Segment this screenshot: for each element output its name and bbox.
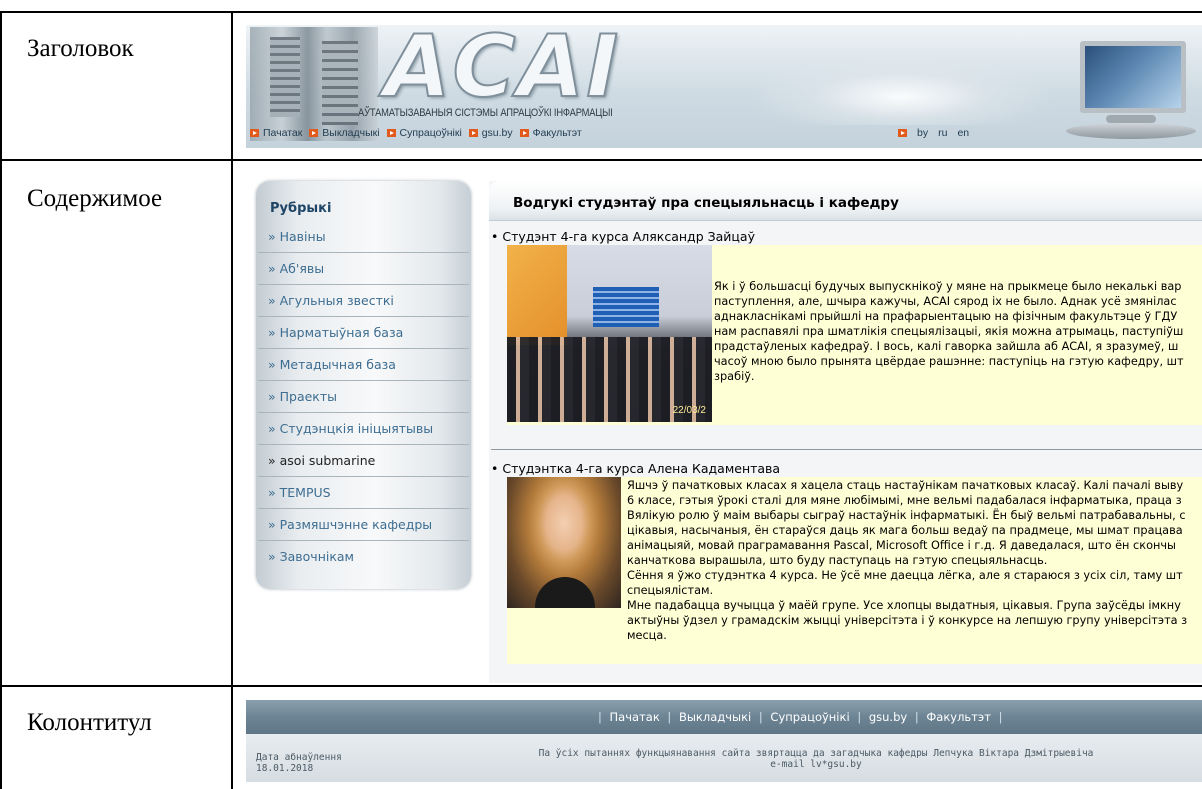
- table-border-row1: [0, 159, 1202, 161]
- lang-en[interactable]: en: [957, 127, 969, 139]
- post-text: Як і ў большасці будучых выпускнікоў у м…: [714, 279, 1184, 384]
- contact-text: Па ўсіх пытаннях функцыянавання сайта зв…: [538, 748, 1094, 759]
- cable-decoration: [746, 55, 1056, 125]
- sidebar-menu: » Навіны » Аб'явы » Агульныя звесткі » Н…: [258, 221, 469, 572]
- post-line: нам распавялі пра шматлікія спецыялізацы…: [714, 325, 1184, 338]
- footer-nav-staff[interactable]: Супрацоўнікі: [770, 710, 849, 724]
- bullet-icon: [468, 129, 478, 137]
- sidebar-item-extramural[interactable]: » Завочнікам: [258, 541, 469, 572]
- sidebar-title: Рубрыкі: [270, 201, 332, 216]
- site-footer: | Пачатак | Выкладчыкі | Супрацоўнікі | …: [246, 700, 1202, 782]
- nav-separator: |: [667, 710, 672, 724]
- site-subtitle: АЎТАМАТЫЗАВАНЫЯ СІСТЭМЫ АПРАЦОЎКІ ІНФАРМ…: [358, 107, 613, 119]
- post-body: 22/03/2 Як і ў большасці будучых выпускн…: [507, 245, 1202, 425]
- post-line: цікавыя, насычаныя, ён стараўся даць як …: [627, 524, 1183, 537]
- lang-by[interactable]: by: [917, 127, 928, 139]
- footer-nav-teachers[interactable]: Выкладчыкі: [679, 710, 751, 724]
- post-line: Мне падабацца вучыцца ў маёй групе. Усе …: [627, 599, 1181, 612]
- bullet-icon: [898, 129, 907, 137]
- site-header: АСАІ АЎТАМАТЫЗАВАНЫЯ СІСТЭМЫ АПРАЦОЎКІ І…: [246, 25, 1202, 148]
- header-nav-gsu[interactable]: gsu.by: [482, 127, 513, 139]
- post-line: аднакласнікамі прыйшлі на прафарыентацыю…: [714, 310, 1178, 323]
- bullet-icon: [386, 129, 396, 137]
- header-nav-faculty[interactable]: Факультэт: [533, 127, 582, 139]
- lang-ru[interactable]: ru: [938, 127, 947, 139]
- sidebar-item-regulations[interactable]: » Нарматыўная база: [258, 317, 469, 349]
- nav-separator: |: [857, 710, 862, 724]
- update-info: Дата абнаўлення 18.01.2018: [256, 752, 342, 774]
- sidebar-item-methodical[interactable]: » Метадычная база: [258, 349, 469, 381]
- site-content: Рубрыкі » Навіны » Аб'явы » Агульныя зве…: [246, 175, 1202, 683]
- student-photo: 22/03/2: [507, 245, 712, 422]
- sidebar-item-announcements[interactable]: » Аб'явы: [258, 253, 469, 285]
- sidebar-item-news[interactable]: » Навіны: [258, 221, 469, 253]
- row-label-footer: Колонтитул: [27, 709, 152, 736]
- header-nav-teachers[interactable]: Выкладчыкі: [322, 127, 379, 139]
- main-heading-bar: Водгукі студэнтаў пра спецыяльнасць і ка…: [489, 181, 1202, 221]
- post-author: • Студэнтка 4-га курса Алена Кадаментава: [491, 461, 781, 476]
- table-border-top: [0, 11, 1202, 13]
- footer-nav-home[interactable]: Пачатак: [610, 710, 660, 724]
- sidebar: Рубрыкі » Навіны » Аб'явы » Агульныя зве…: [256, 181, 471, 589]
- servers-image: [250, 27, 378, 141]
- monitor-image: [1046, 33, 1196, 143]
- main-panel: Водгукі студэнтаў пра спецыяльнасць і ка…: [489, 181, 1202, 683]
- row-label-header: Заголовок: [27, 35, 134, 62]
- table-border-row2: [0, 685, 1202, 687]
- post-line: Яшчэ ў пачатковых класах я хацела стаць …: [627, 479, 1184, 492]
- row-label-content: Содержимое: [27, 185, 163, 212]
- site-logo[interactable]: АСАІ: [383, 25, 620, 118]
- post-line: Як і ў большасці будучых выпускнікоў у м…: [714, 280, 1182, 293]
- post-line: Вялікую ролю ў маім выбары сыграў настаў…: [627, 509, 1186, 522]
- post-line: 6 класе, гэтыя ўрокі сталі для мяне любі…: [627, 494, 1182, 507]
- nav-separator: |: [598, 710, 602, 724]
- table-border-middle: [231, 11, 233, 789]
- sidebar-item-tempus[interactable]: » TEMPUS: [258, 477, 469, 509]
- post-line: канчаткова вырашыла, што буду паступаць …: [627, 554, 1048, 567]
- post-line: часоў мною было прынята цвёрдае рашэнне:…: [714, 355, 1184, 368]
- post-line: паступлення, але, шчыра кажучы, АСАІ сяр…: [714, 295, 1177, 308]
- nav-separator: |: [758, 710, 763, 724]
- post-line: месца.: [627, 629, 667, 642]
- footer-nav-gsu[interactable]: gsu.by: [869, 710, 907, 724]
- student-photo: [507, 477, 621, 608]
- sidebar-item-location[interactable]: » Размяшчэнне кафедры: [258, 509, 469, 541]
- footer-nav: | Пачатак | Выкладчыкі | Супрацоўнікі | …: [246, 700, 1202, 734]
- post-line: анімацыяй, мовай праграмавання Pascal, M…: [627, 539, 1176, 552]
- header-nav-staff[interactable]: Супрацоўнікі: [400, 127, 462, 139]
- contact-email[interactable]: e-mail lv*gsu.by: [476, 759, 1156, 770]
- post-line: зрабіў.: [714, 370, 755, 383]
- bullet-icon: [309, 129, 319, 137]
- nav-separator: |: [914, 710, 919, 724]
- post-divider: [491, 449, 1202, 450]
- bullet-icon: [250, 129, 259, 137]
- post-line: актыўны ўдзел у грамадскім жыцці універс…: [627, 614, 1188, 627]
- photo-date-stamp: 22/03/2: [672, 405, 706, 416]
- update-date: 18.01.2018: [256, 763, 314, 774]
- post-line: прадстаўленых кафедраў. І вось, калі гав…: [714, 340, 1179, 353]
- header-nav: Пачатак Выкладчыкі Супрацоўнікі gsu.by Ф…: [250, 127, 586, 141]
- language-switcher: by ru en: [898, 127, 979, 139]
- footer-info: Дата абнаўлення 18.01.2018 Па ўсіх пытан…: [246, 734, 1202, 782]
- contact-info: Па ўсіх пытаннях функцыянавання сайта зв…: [476, 748, 1156, 770]
- sidebar-item-projects[interactable]: » Праекты: [258, 381, 469, 413]
- post-text: Яшчэ ў пачатковых класах я хацела стаць …: [627, 478, 1187, 643]
- post-body: Яшчэ ў пачатковых класах я хацела стаць …: [507, 477, 1202, 664]
- sidebar-item-asoi-submarine[interactable]: » asoi submarine: [258, 445, 469, 477]
- table-border-left: [0, 11, 2, 789]
- header-nav-home[interactable]: Пачатак: [263, 127, 302, 139]
- nav-separator: |: [998, 710, 1003, 724]
- page-title: Водгукі студэнтаў пра спецыяльнасць і ка…: [513, 195, 899, 211]
- post-line: Сёння я ўжо студэнтка 4 курса. Не ўсё мн…: [627, 569, 1183, 582]
- update-label: Дата абнаўлення: [256, 752, 342, 763]
- sidebar-item-student-initiatives[interactable]: » Студэнцкія ініцыятывы: [258, 413, 469, 445]
- post-author: • Студэнт 4-га курса Аляксандр Зайцаў: [491, 229, 755, 244]
- post-line: спецыялістам.: [627, 584, 714, 597]
- footer-nav-faculty[interactable]: Факультэт: [926, 710, 991, 724]
- bullet-icon: [519, 129, 529, 137]
- sidebar-item-general-info[interactable]: » Агульныя звесткі: [258, 285, 469, 317]
